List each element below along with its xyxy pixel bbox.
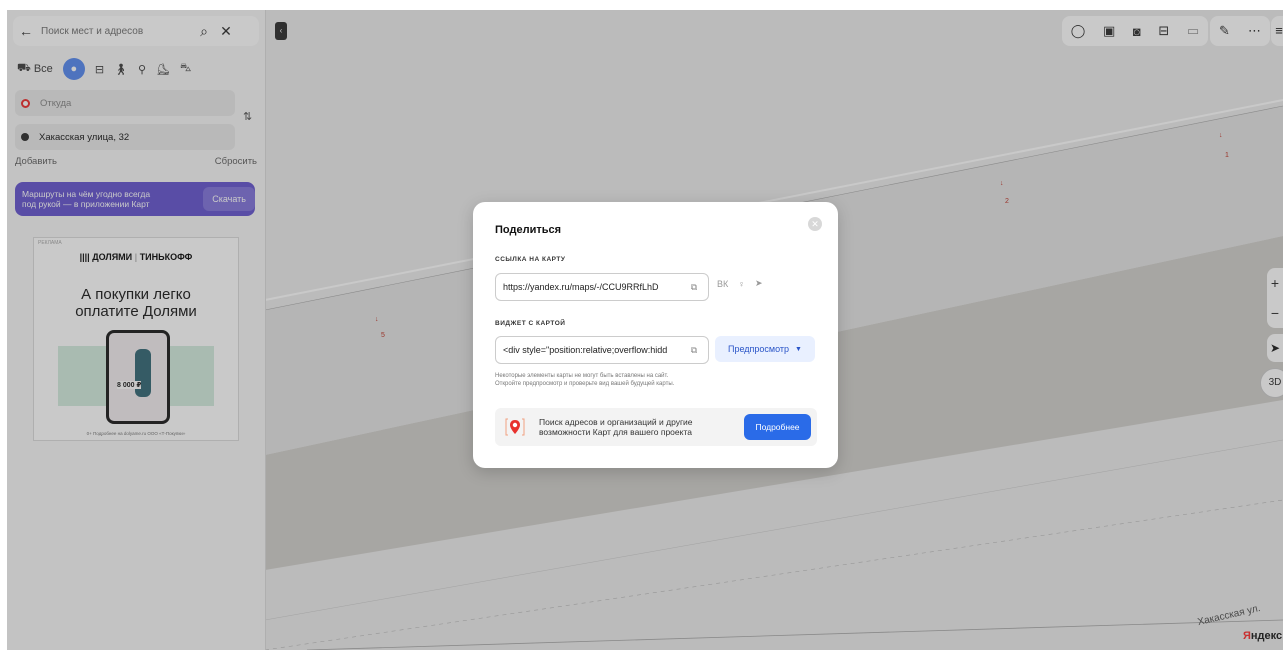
map-link-value: https://yandex.ru/maps/-/CCU9RRfLhD: [503, 282, 659, 292]
copy-code-icon[interactable]: ⧉: [683, 345, 705, 356]
vk-share-icon[interactable]: ВК: [717, 279, 728, 289]
share-buttons: ВК ♀ ➤: [717, 278, 763, 289]
map-link-label: ССЫЛКА НА КАРТУ: [495, 256, 566, 263]
widget-note: Некоторые элементы карты не могут быть в…: [495, 373, 675, 387]
preview-dropdown[interactable]: Предпросмотр ▼: [715, 336, 815, 362]
api-info-text: Поиск адресов и организаций и другие воз…: [539, 417, 693, 437]
widget-label: ВИДЖЕТ С КАРТОЙ: [495, 320, 566, 327]
copy-link-icon[interactable]: ⧉: [683, 282, 705, 293]
learn-more-button[interactable]: Подробнее: [744, 414, 811, 440]
widget-code-field[interactable]: <div style="position:relative;overflow:h…: [495, 336, 709, 364]
map-pin-icon: [505, 418, 525, 436]
chevron-down-icon: ▼: [795, 345, 802, 353]
share-dialog: Поделиться ✕ ССЫЛКА НА КАРТУ https://yan…: [473, 202, 838, 468]
api-info-card: Поиск адресов и организаций и другие воз…: [495, 408, 817, 446]
widget-code-value: <div style="position:relative;overflow:h…: [503, 345, 668, 355]
map-link-field[interactable]: https://yandex.ru/maps/-/CCU9RRfLhD ⧉: [495, 273, 709, 301]
app-screen: ↓ 1 ↓ 2 ↓ 5 Хакасская ул. Яндекс ← ⌕ ✕ ⛟…: [7, 10, 1283, 650]
ok-share-icon[interactable]: ♀: [738, 279, 745, 289]
dialog-title: Поделиться: [495, 224, 562, 236]
telegram-share-icon[interactable]: ➤: [755, 278, 763, 289]
close-dialog-icon[interactable]: ✕: [808, 217, 822, 231]
